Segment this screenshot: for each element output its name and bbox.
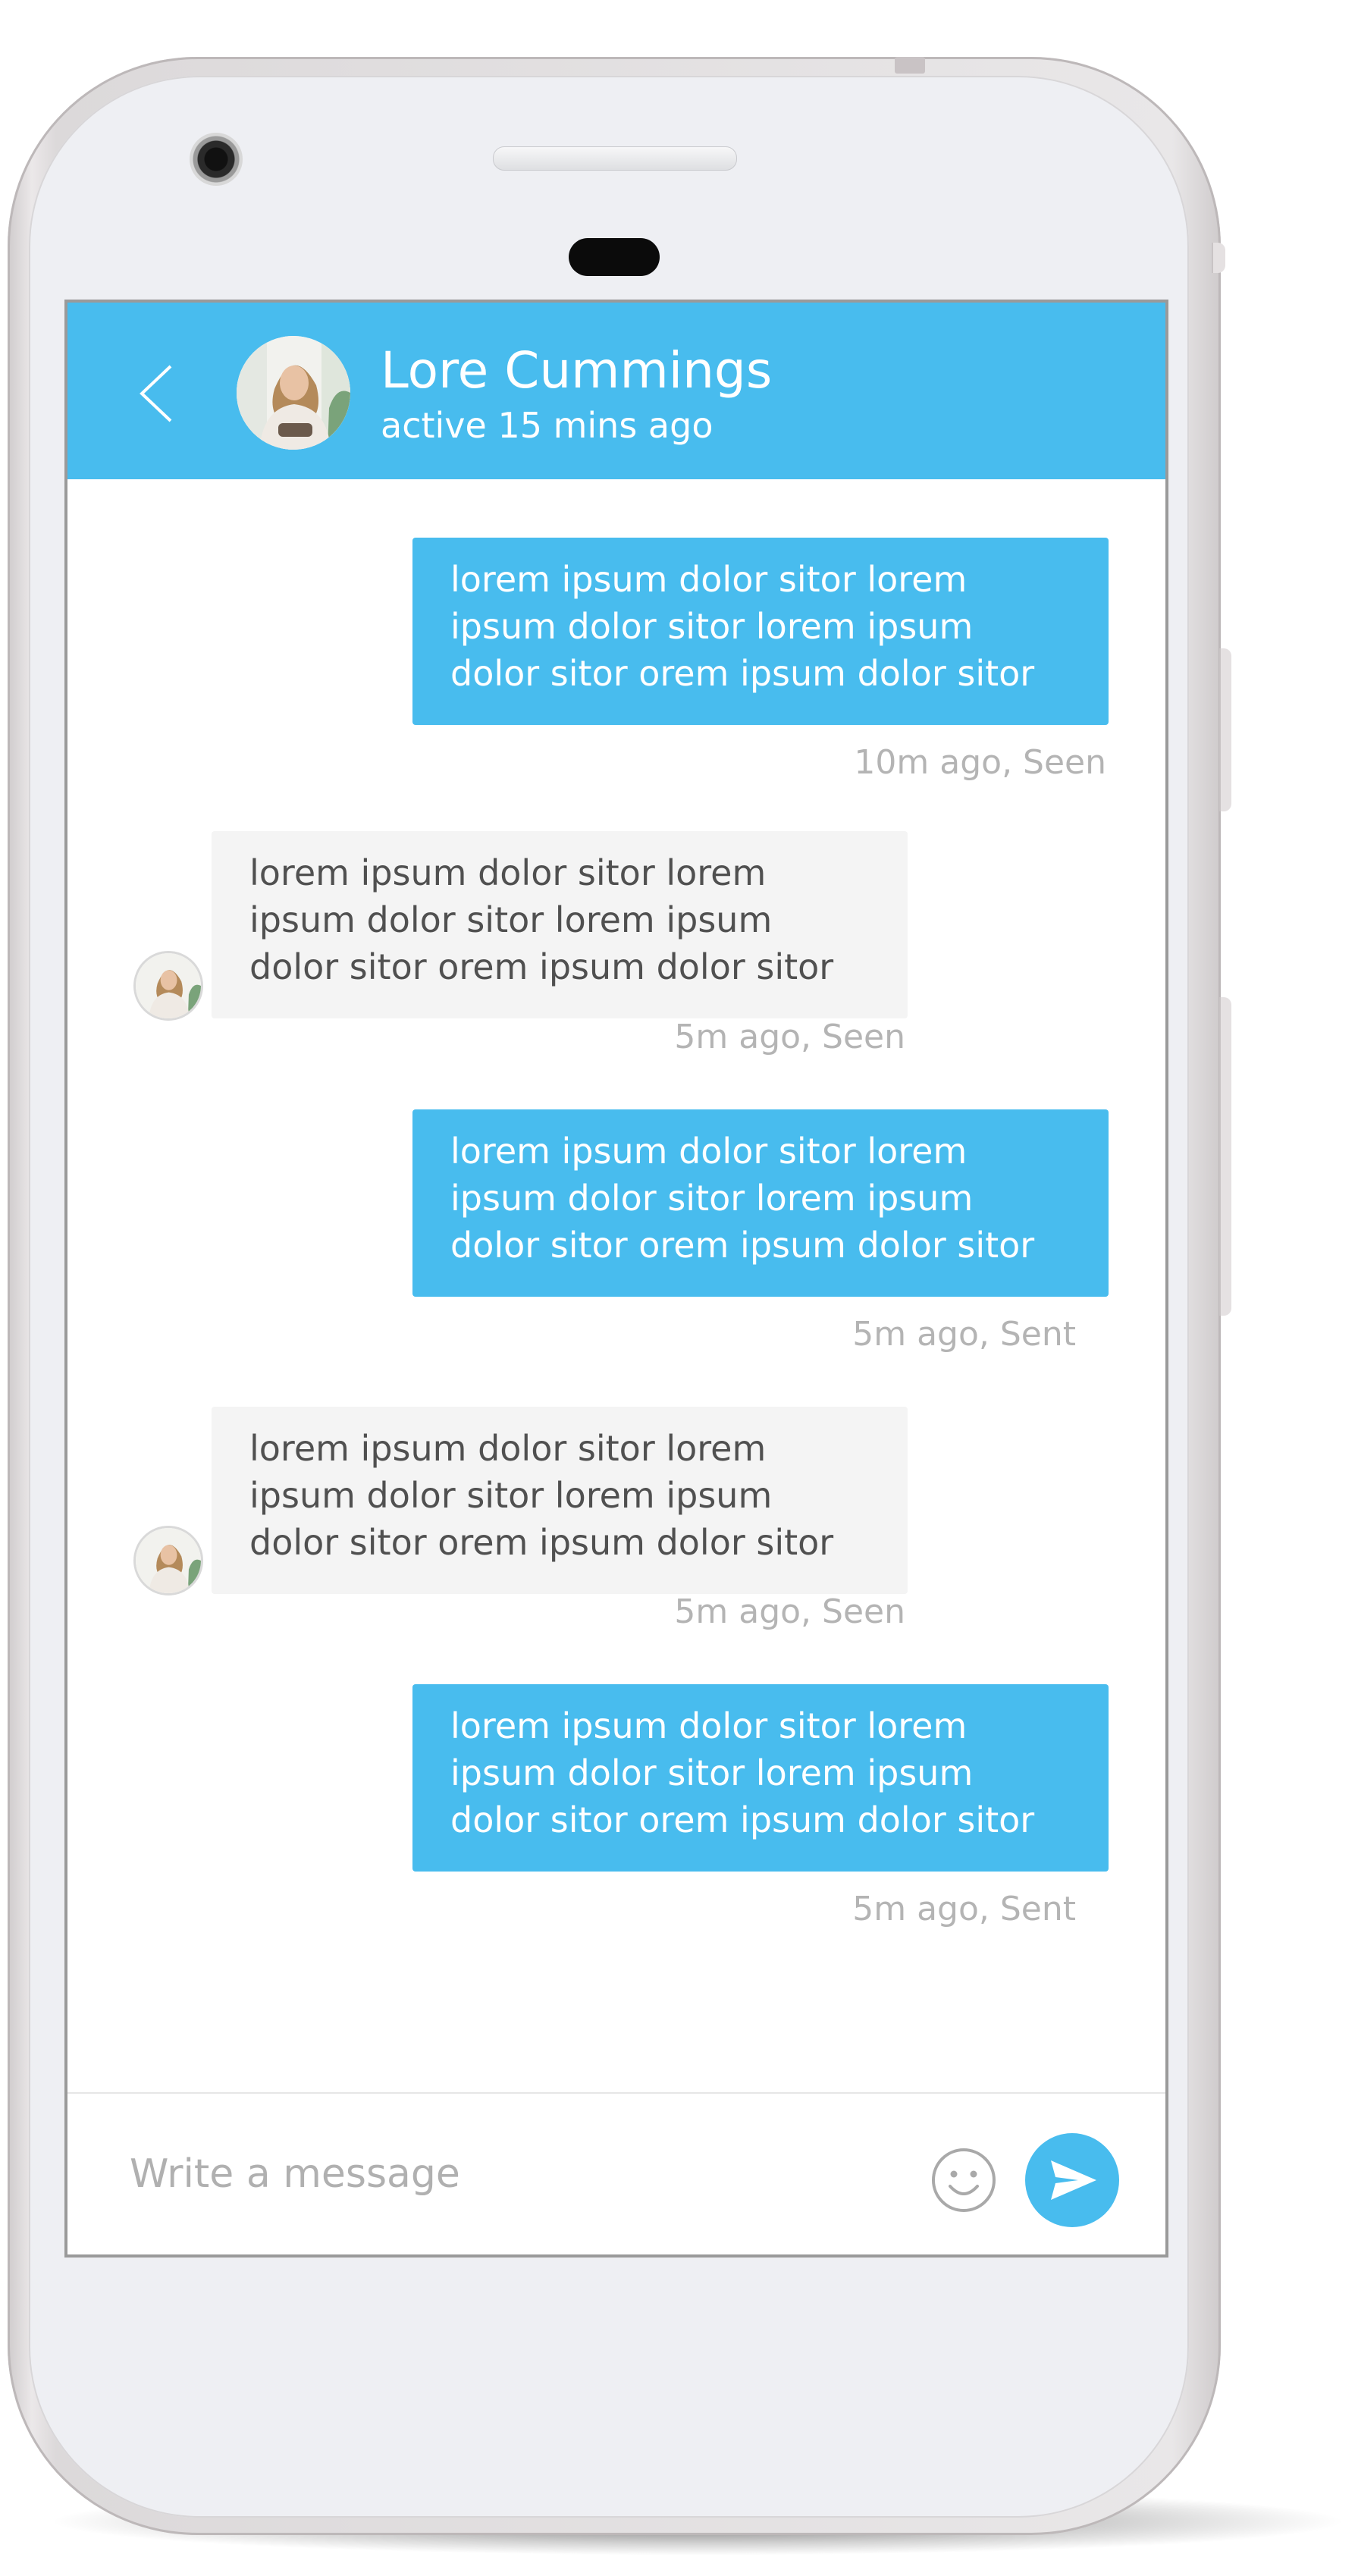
contact-avatar[interactable] bbox=[237, 336, 350, 450]
power-button bbox=[1212, 243, 1225, 273]
antenna-band bbox=[895, 57, 925, 74]
message-bubble-incoming[interactable]: lorem ipsum dolor sitor lorem ipsum dolo… bbox=[212, 1407, 908, 1594]
sender-avatar bbox=[133, 951, 203, 1021]
contact-name: Lore Cummings bbox=[381, 341, 773, 400]
chevron-left-icon bbox=[140, 365, 172, 422]
message-bubble-outgoing[interactable]: lorem ipsum dolor sitor lorem ipsum dolo… bbox=[412, 1109, 1109, 1297]
contact-status: active 15 mins ago bbox=[381, 405, 713, 446]
chat-screen: Lore Cummings active 15 mins ago lorem i… bbox=[64, 300, 1168, 2258]
proximity-sensor bbox=[569, 238, 660, 276]
send-button[interactable] bbox=[1025, 2133, 1119, 2227]
message-meta: 5m ago, Sent bbox=[852, 1315, 1076, 1354]
volume-down-button bbox=[1219, 997, 1231, 1316]
avatar-photo bbox=[136, 1528, 201, 1593]
message-bubble-incoming[interactable]: lorem ipsum dolor sitor lorem ipsum dolo… bbox=[212, 831, 908, 1018]
avatar-photo bbox=[237, 336, 350, 450]
earpiece-speaker bbox=[493, 146, 737, 171]
back-button[interactable] bbox=[134, 363, 180, 424]
message-meta: 5m ago, Seen bbox=[674, 1018, 905, 1056]
message-bubble-outgoing[interactable]: lorem ipsum dolor sitor lorem ipsum dolo… bbox=[412, 538, 1109, 725]
message-bubble-outgoing[interactable]: lorem ipsum dolor sitor lorem ipsum dolo… bbox=[412, 1684, 1109, 1872]
sender-avatar bbox=[133, 1526, 203, 1595]
smiley-icon bbox=[932, 2148, 996, 2212]
avatar-photo bbox=[136, 953, 201, 1018]
chat-header: Lore Cummings active 15 mins ago bbox=[67, 303, 1165, 479]
front-camera bbox=[190, 133, 243, 186]
paper-plane-icon bbox=[1051, 2160, 1096, 2200]
message-meta: 5m ago, Seen bbox=[674, 1592, 905, 1631]
message-input[interactable] bbox=[128, 2139, 889, 2209]
message-meta: 5m ago, Sent bbox=[852, 1890, 1076, 1928]
emoji-button[interactable] bbox=[930, 2147, 997, 2214]
message-meta: 10m ago, Seen bbox=[854, 743, 1106, 782]
volume-up-button bbox=[1219, 648, 1231, 811]
message-composer bbox=[67, 2092, 1165, 2254]
